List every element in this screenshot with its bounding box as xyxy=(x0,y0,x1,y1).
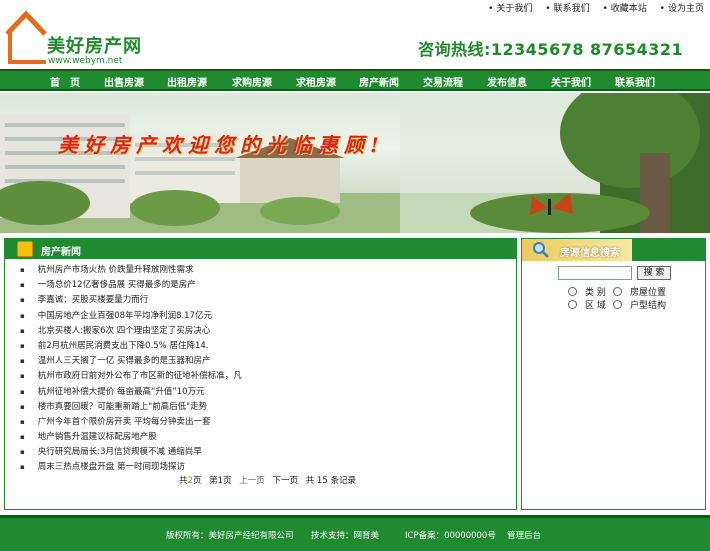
news-panel-header: 房产新闻 xyxy=(5,239,516,259)
footer-admin-link[interactable]: 管理后台 xyxy=(507,529,541,541)
news-item[interactable]: 央行研究局局长:3月信贷规模不减 通缩尚早 xyxy=(20,445,242,460)
nav-about[interactable]: 关于我们 xyxy=(551,74,591,89)
main-nav: 首 页 出售房源 出租房源 求购房源 求租房源 房产新闻 交易流程 发布信息 关… xyxy=(0,69,710,91)
footer-copyright: 版权所有：美好房产经纪有限公司 xyxy=(166,531,294,541)
radio-icon xyxy=(613,287,622,296)
news-item[interactable]: 温州人三天搁了一亿 买得最多的是玉器和房产 xyxy=(20,354,242,369)
pager-total-prefix: 共 xyxy=(179,476,188,486)
news-item[interactable]: 楼市真要回暖？可能重新踏上"前高后低"走势 xyxy=(20,400,242,415)
pager-next[interactable]: 下一页 xyxy=(273,476,299,486)
news-item[interactable]: 李嘉诚：买股买楼要量力而行 xyxy=(20,293,242,308)
banner-slogan: 美好房产欢迎您的光临惠顾! xyxy=(58,133,385,157)
news-item[interactable]: 杭州市政府日前对外公布了市区新的征地补偿标准，凡 xyxy=(20,369,242,384)
news-item[interactable]: 北京买楼人:搬家6次 四个理由坚定了买房决心 xyxy=(20,324,242,339)
top-link-about[interactable]: 关于我们 xyxy=(488,4,532,14)
option-district[interactable]: 区 域 xyxy=(568,298,606,311)
search-panel-title: 房源信息搜索 xyxy=(560,248,620,259)
top-link-bookmark[interactable]: 收藏本站 xyxy=(602,4,646,14)
nav-want-rent[interactable]: 求租房源 xyxy=(296,74,336,89)
news-item[interactable]: 中国房地产企业百强08年平均净利润8.17亿元 xyxy=(20,309,242,324)
top-link-homepage[interactable]: 设为主页 xyxy=(660,4,704,14)
news-icon xyxy=(17,241,33,257)
pager-total-records: 共 15 条记录 xyxy=(305,476,356,486)
search-panel: 房源信息搜索 搜 索 类 别 房屋位置 区 域 户型结构 xyxy=(521,238,706,510)
footer: 版权所有：美好房产经纪有限公司 技术支持：网育美 ICP备案：00000000号… xyxy=(0,515,710,551)
news-pager: 共2页 第1页 上一页 下一页 共 15 条记录 xyxy=(179,474,361,486)
site-logo[interactable]: 美好房产网 www.webym.net xyxy=(4,4,164,68)
logo-url: www.webym.net xyxy=(48,56,123,66)
search-input[interactable] xyxy=(558,266,632,280)
top-link-contact[interactable]: 联系我们 xyxy=(545,4,589,14)
nav-process[interactable]: 交易流程 xyxy=(423,74,463,89)
nav-want-buy[interactable]: 求购房源 xyxy=(232,74,272,89)
news-item[interactable]: 杭州征地补偿大提价 每亩最高“升值”10万元 xyxy=(20,385,242,400)
radio-icon xyxy=(568,287,577,296)
option-category-label: 类 别 xyxy=(585,288,606,298)
hotline: 咨询热线:12345678 87654321 xyxy=(418,40,684,59)
search-button[interactable]: 搜 索 xyxy=(637,266,671,280)
option-location[interactable]: 房屋位置 xyxy=(613,285,666,298)
news-item[interactable]: 杭州房产市场火热 价跌量升释放刚性需求 xyxy=(20,263,242,278)
news-item[interactable]: 广州今年首个限价房开卖 平均每分钟卖出一套 xyxy=(20,415,242,430)
top-links: 关于我们 联系我们 收藏本站 设为主页 xyxy=(478,1,704,14)
banner: 美好房产欢迎您的光临惠顾! xyxy=(0,93,710,233)
nav-sale[interactable]: 出售房源 xyxy=(104,74,144,89)
pager-current: 第1页 xyxy=(209,476,232,486)
news-item[interactable]: 一场总价12亿奢侈品展 买得最多的是房产 xyxy=(20,278,242,293)
option-layout[interactable]: 户型结构 xyxy=(613,298,666,311)
option-layout-label: 户型结构 xyxy=(630,301,667,311)
news-item[interactable]: 地产销售升温建议标配房地产股 xyxy=(20,430,242,445)
nav-home[interactable]: 首 页 xyxy=(50,74,80,89)
option-category[interactable]: 类 别 xyxy=(568,285,606,298)
pager-total-pages: 共2页 xyxy=(179,476,201,486)
footer-support: 技术支持：网育美 xyxy=(311,531,380,541)
news-item[interactable]: 前2月杭州居民消费支出下降0.5% 居住降14. xyxy=(20,339,242,354)
footer-icp: ICP备案：00000000号 xyxy=(405,531,496,541)
nav-contact[interactable]: 联系我们 xyxy=(615,74,655,89)
news-panel-title: 房产新闻 xyxy=(41,247,81,258)
nav-rent[interactable]: 出租房源 xyxy=(167,74,207,89)
radio-icon xyxy=(568,300,577,309)
option-location-label: 房屋位置 xyxy=(630,288,667,298)
logo-text: 美好房产网 xyxy=(47,36,142,57)
magnifier-icon xyxy=(533,242,549,258)
banner-scene-image xyxy=(0,93,710,233)
radio-icon xyxy=(613,300,622,309)
nav-publish[interactable]: 发布信息 xyxy=(487,74,527,89)
option-district-label: 区 域 xyxy=(585,301,606,311)
search-panel-header: 房源信息搜索 xyxy=(522,239,705,261)
news-list: 杭州房产市场火热 价跌量升释放刚性需求 一场总价12亿奢侈品展 买得最多的是房产… xyxy=(20,263,242,476)
nav-news[interactable]: 房产新闻 xyxy=(359,74,399,89)
pager-total-suffix: 页 xyxy=(192,476,202,486)
pager-prev[interactable]: 上一页 xyxy=(239,476,265,486)
news-panel: 房产新闻 杭州房产市场火热 价跌量升释放刚性需求 一场总价12亿奢侈品展 买得最… xyxy=(4,238,517,510)
house-logo-icon xyxy=(5,10,47,64)
